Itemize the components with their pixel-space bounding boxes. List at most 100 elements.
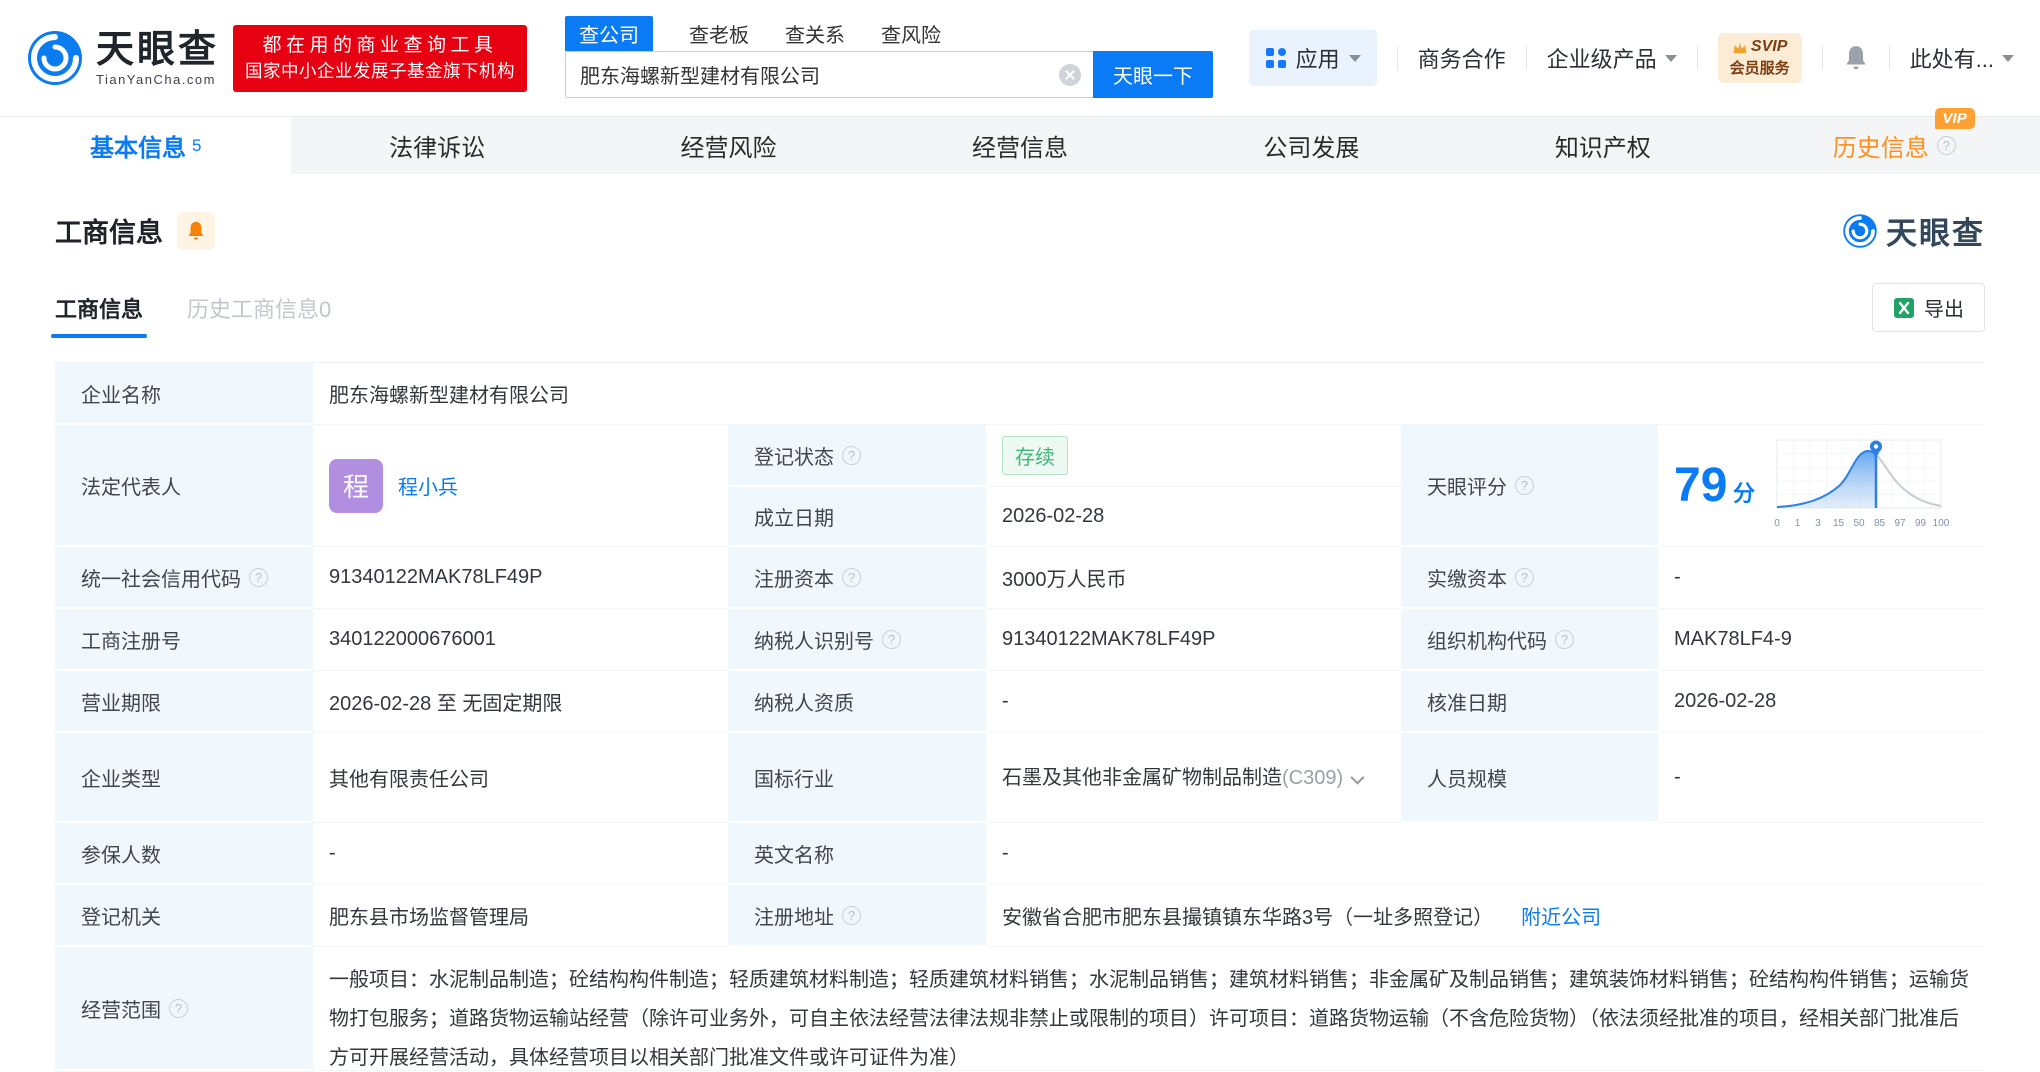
tab-count: 5 <box>191 135 202 155</box>
export-button[interactable]: 导出 <box>1872 283 1985 332</box>
tab-company-development[interactable]: 公司发展 <box>1166 117 1457 174</box>
clear-search-icon[interactable] <box>1059 63 1082 86</box>
chevron-down-icon <box>2002 54 2014 62</box>
search-tab-boss[interactable]: 查老板 <box>689 16 749 51</box>
chevron-down-icon <box>1664 54 1677 62</box>
org-code-value: MAK78LF4-9 <box>1658 609 1985 671</box>
field-label: 注册资本 ? <box>728 547 986 609</box>
tab-history-info[interactable]: 历史信息 VIP ? <box>1749 108 2040 174</box>
svg-text:97: 97 <box>1894 518 1906 529</box>
search-tab-relation[interactable]: 查关系 <box>785 16 845 51</box>
svip-service-label: 会员服务 <box>1729 60 1790 77</box>
reg-authority-value: 肥东县市场监督管理局 <box>313 885 728 947</box>
help-icon[interactable]: ? <box>842 445 861 465</box>
slogan-banner: 都在用的商业查询工具 国家中小企业发展子基金旗下机构 <box>233 24 528 92</box>
main-content: 工商信息 天眼查 工商信息 历史工商信息0 导出 企业名称 肥东海螺新型建材有限… <box>0 208 2040 1072</box>
taxpayer-id-value: 91340122MAK78LF49P <box>986 609 1401 671</box>
business-term-value: 2026-02-28 至 无固定期限 <box>313 671 728 733</box>
help-icon[interactable]: ? <box>1515 567 1534 587</box>
tab-intellectual-property[interactable]: 知识产权 <box>1457 117 1748 174</box>
watermark-text: 天眼查 <box>1886 216 1985 251</box>
company-tabbar: 基本信息 5 法律诉讼 经营风险 经营信息 公司发展 知识产权 历史信息 VIP… <box>0 108 2040 174</box>
tianyancha-logo[interactable]: 天眼查 TianYanCha.com <box>26 29 219 87</box>
field-label: 纳税人识别号 ? <box>728 609 986 671</box>
help-icon[interactable]: ? <box>842 567 861 587</box>
search-tab-risk[interactable]: 查风险 <box>881 16 941 51</box>
slogan-line1: 都在用的商业查询工具 <box>262 34 498 56</box>
field-label-text: 天眼评分 <box>1427 476 1507 499</box>
field-label: 工商注册号 <box>55 609 313 671</box>
field-label: 纳税人资质 <box>728 671 986 733</box>
reg-address-cell: 安徽省合肥市肥东县撮镇镇东华路3号（一址多照登记） 附近公司 <box>986 885 1985 947</box>
status-badge: 存续 <box>1002 436 1068 475</box>
chevron-down-icon[interactable] <box>1350 770 1365 785</box>
field-label-text: 经营范围 <box>81 999 161 1022</box>
company-name-value: 肥东海螺新型建材有限公司 <box>313 363 1985 425</box>
nav-enterprise[interactable]: 企业级产品 <box>1547 42 1677 74</box>
tab-label: 历史信息 <box>1832 135 1929 162</box>
chevron-down-icon <box>1348 54 1361 62</box>
field-label: 成立日期 <box>728 487 986 547</box>
bell-icon <box>188 221 204 240</box>
svip-badge[interactable]: SVIP 会员服务 <box>1717 33 1802 83</box>
field-label-text: 实缴资本 <box>1427 568 1507 591</box>
approval-date-value: 2026-02-28 <box>1658 671 1985 733</box>
help-icon[interactable]: ? <box>169 998 188 1018</box>
crown-icon <box>1733 42 1747 53</box>
field-label: 组织机构代码 ? <box>1401 609 1658 671</box>
svg-text:3: 3 <box>1815 518 1821 529</box>
excel-icon <box>1894 297 1914 318</box>
field-label: 营业期限 <box>55 671 313 733</box>
legal-rep-link[interactable]: 程小兵 <box>398 471 458 500</box>
business-info-table: 企业名称 肥东海螺新型建材有限公司 法定代表人 程 程小兵 登记状态 ? 存续 … <box>55 362 1985 1072</box>
user-menu[interactable]: 此处有... <box>1910 42 2014 74</box>
search-tabs: 查公司 查老板 查关系 查风险 <box>565 15 1213 51</box>
notification-bell-icon[interactable] <box>1843 44 1869 72</box>
help-icon[interactable]: ? <box>249 567 268 587</box>
search-button[interactable]: 天眼一下 <box>1093 50 1214 98</box>
apps-menu[interactable]: 应用 <box>1248 30 1377 86</box>
help-icon[interactable]: ? <box>1936 136 1956 155</box>
help-icon[interactable]: ? <box>1555 629 1574 649</box>
tab-legal[interactable]: 法律诉讼 <box>291 117 582 174</box>
tab-operation-info[interactable]: 经营信息 <box>874 117 1165 174</box>
divider <box>1821 46 1823 70</box>
search-tab-company[interactable]: 查公司 <box>565 15 654 51</box>
help-icon[interactable]: ? <box>1515 475 1534 495</box>
user-menu-label: 此处有... <box>1909 47 1994 72</box>
divider <box>1396 46 1398 70</box>
tianyancha-logo-icon <box>28 31 82 85</box>
field-label: 英文名称 <box>728 823 986 885</box>
nav-cooperation[interactable]: 商务合作 <box>1418 42 1506 74</box>
field-label: 登记机关 <box>55 885 313 947</box>
help-icon[interactable]: ? <box>882 629 901 649</box>
field-label-text: 登记状态 <box>754 446 834 469</box>
svg-text:15: 15 <box>1833 518 1845 529</box>
reg-status-cell: 存续 <box>986 425 1401 487</box>
search-area: 查公司 查老板 查关系 查风险 天眼一下 <box>565 15 1214 98</box>
company-type-value: 其他有限责任公司 <box>313 733 728 823</box>
help-icon[interactable]: ? <box>842 905 861 925</box>
subtab-history-business-info[interactable]: 历史工商信息0 <box>187 292 331 324</box>
subscribe-bell-button[interactable] <box>177 211 215 250</box>
nearby-companies-link[interactable]: 附近公司 <box>1521 901 1601 930</box>
field-label: 核准日期 <box>1401 671 1658 733</box>
paid-capital-value: - <box>1658 547 1985 609</box>
field-label: 参保人数 <box>55 823 313 885</box>
subtab-business-info[interactable]: 工商信息 <box>50 292 148 338</box>
field-label: 天眼评分 ? <box>1401 425 1658 547</box>
tab-operation-risk[interactable]: 经营风险 <box>583 117 874 174</box>
legal-rep-cell: 程 程小兵 <box>313 425 728 547</box>
avatar[interactable]: 程 <box>329 458 383 513</box>
search-input[interactable] <box>566 51 1094 97</box>
reg-address-value: 安徽省合肥市肥东县撮镇镇东华路3号（一址多照登记） <box>1002 907 1494 929</box>
divider <box>1696 46 1698 70</box>
score-distribution-chart: 0 1 3 15 50 85 97 99 100 <box>1774 439 1950 529</box>
establish-date-value: 2026-02-28 <box>986 487 1401 547</box>
divider <box>1525 46 1527 70</box>
business-scope-value: 一般项目：水泥制品制造；砼结构构件制造；轻质建筑材料制造；轻质建筑材料销售；水泥… <box>313 947 1985 1071</box>
slogan-line2: 国家中小企业发展子基金旗下机构 <box>245 60 516 81</box>
divider <box>1888 46 1890 70</box>
watermark-logo: 天眼查 <box>1842 208 1985 253</box>
tab-basic-info[interactable]: 基本信息 5 <box>0 117 292 174</box>
